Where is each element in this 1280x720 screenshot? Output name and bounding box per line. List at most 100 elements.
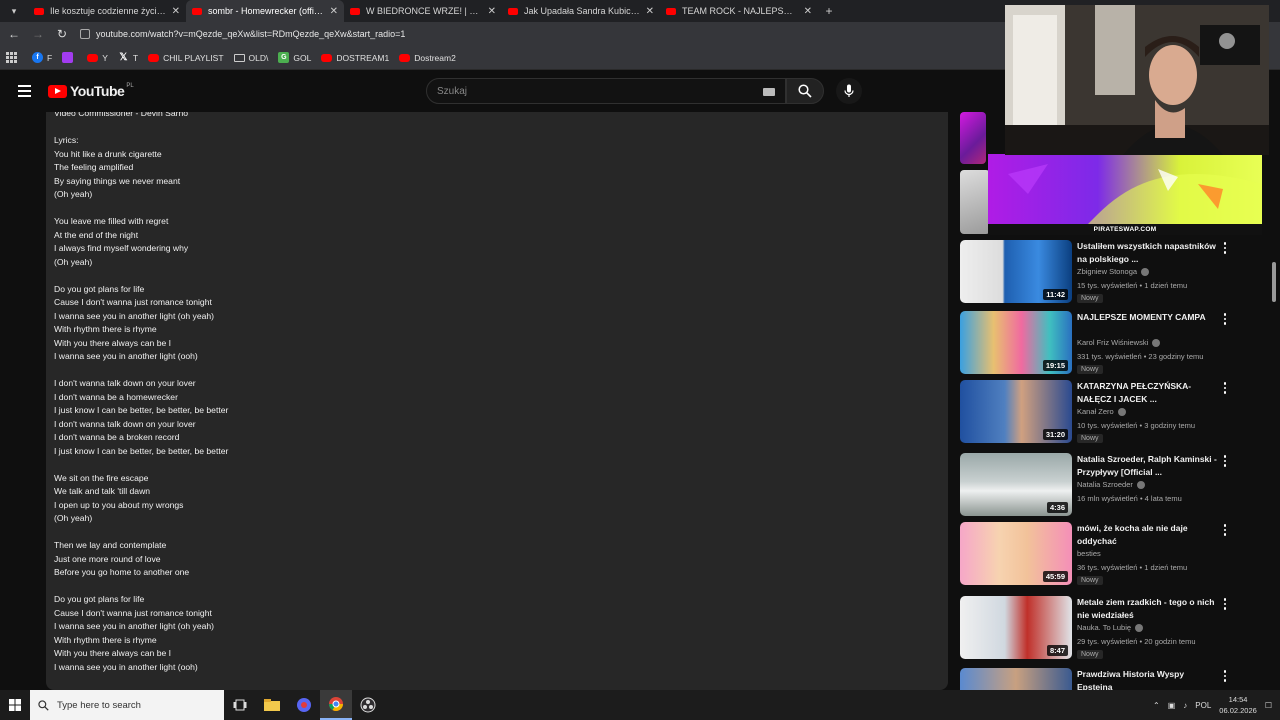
bookmark-item[interactable]: CHIL PLAYLIST bbox=[148, 53, 224, 63]
video-title[interactable]: Metale ziem rzadkich - tego o nich nie w… bbox=[1077, 596, 1217, 621]
tab-search-chevron-icon[interactable]: ▾ bbox=[0, 0, 28, 22]
forward-arrow-icon[interactable]: → bbox=[26, 22, 50, 46]
video-thumbnail[interactable]: 19:15 bbox=[960, 311, 1072, 374]
lyrics-line bbox=[54, 121, 228, 135]
more-options-icon[interactable] bbox=[1222, 524, 1228, 536]
taskbar-search-placeholder: Type here to search bbox=[57, 699, 141, 711]
lyrics-line: I don't wanna be a broken record bbox=[54, 432, 180, 442]
bookmark-item[interactable]: DOSTREAM1 bbox=[321, 53, 389, 63]
file-explorer-icon[interactable] bbox=[256, 690, 288, 720]
related-video-item[interactable]: 8:47 Metale ziem rzadkich - tego o nich n… bbox=[960, 596, 1260, 662]
tab-close-icon[interactable]: ✕ bbox=[172, 6, 180, 17]
video-thumbnail[interactable] bbox=[960, 668, 1072, 690]
related-video-item[interactable]: 31:20 KATARZYNA PEŁCZYŃSKA-NAŁĘCZ I JACEK… bbox=[960, 380, 1260, 446]
browser-tab[interactable]: W BIEDRONCE WRZE! | NIEMIECKI ✕ bbox=[344, 0, 502, 22]
tab-close-icon[interactable]: ✕ bbox=[330, 6, 338, 17]
search-input[interactable]: Szukaj bbox=[426, 78, 786, 104]
new-badge: Nowy bbox=[1077, 294, 1103, 303]
channel-name[interactable]: Nauka. To Lubię bbox=[1077, 623, 1144, 632]
video-title[interactable]: Ustaliłem wszystkich napastników na pols… bbox=[1077, 240, 1217, 265]
bookmark-item[interactable]: 𝕏T bbox=[118, 52, 138, 63]
tab-close-icon[interactable]: ✕ bbox=[804, 6, 812, 17]
video-title[interactable]: Prawdziwa Historia Wyspy Epsteina bbox=[1077, 668, 1217, 690]
bookmark-item[interactable] bbox=[62, 52, 77, 63]
page-scrollbar[interactable] bbox=[1268, 112, 1280, 690]
video-meta: 10 tys. wyświetleń • 3 godziny temu bbox=[1077, 421, 1196, 430]
apps-grid-icon[interactable] bbox=[6, 51, 18, 64]
related-video-item[interactable]: 4:36 Natalia Szroeder, Ralph Kaminski - P… bbox=[960, 453, 1260, 519]
channel-name[interactable]: Natalia Szroeder bbox=[1077, 480, 1145, 489]
more-options-icon[interactable] bbox=[1222, 242, 1228, 254]
hamburger-menu-icon[interactable] bbox=[0, 85, 48, 97]
more-options-icon[interactable] bbox=[1222, 382, 1228, 394]
lyrics-line: Do you got plans for life bbox=[54, 283, 145, 294]
video-thumbnail[interactable]: 4:36 bbox=[960, 453, 1072, 516]
youtube-favicon-icon bbox=[34, 7, 44, 15]
chat-app-icon[interactable] bbox=[288, 690, 320, 720]
voice-search-button[interactable] bbox=[836, 78, 862, 104]
windows-start-icon[interactable] bbox=[0, 699, 30, 711]
video-title[interactable]: KATARZYNA PEŁCZYŃSKA-NAŁĘCZ I JACEK ... bbox=[1077, 380, 1217, 405]
channel-name[interactable]: Karol Friz Wiśniewski bbox=[1077, 338, 1161, 347]
search-button[interactable] bbox=[786, 78, 824, 104]
video-thumbnail[interactable]: 8:47 bbox=[960, 596, 1072, 659]
tab-close-icon[interactable]: ✕ bbox=[646, 6, 654, 17]
bookmark-folder[interactable]: OLD\ bbox=[233, 53, 268, 63]
partial-thumbnail[interactable] bbox=[960, 170, 990, 234]
twitch-icon bbox=[62, 52, 74, 63]
tab-label: W BIEDRONCE WRZE! | NIEMIECKI bbox=[366, 6, 482, 16]
lyrics-line: Before you go home to another one bbox=[54, 567, 190, 577]
partial-thumbnail[interactable] bbox=[960, 112, 986, 164]
webcam-overlay bbox=[1005, 5, 1269, 155]
promo-banner bbox=[988, 154, 1262, 224]
lyrics-line: Cause I don't wanna just romance tonight bbox=[54, 297, 212, 307]
reload-icon[interactable]: ↻ bbox=[50, 22, 74, 46]
related-video-item[interactable]: 11:42 Ustaliłem wszystkich napastników na… bbox=[960, 240, 1260, 306]
related-video-item[interactable]: 19:15 NAJLEPSZE MOMENTY CAMPA Karol Friz W… bbox=[960, 311, 1260, 377]
more-options-icon[interactable] bbox=[1222, 455, 1228, 467]
related-video-item[interactable]: Prawdziwa Historia Wyspy Epsteina bbox=[960, 668, 1260, 690]
bookmark-item[interactable]: fF bbox=[32, 52, 52, 63]
video-title[interactable]: Natalia Szroeder, Ralph Kaminski - Przyp… bbox=[1077, 453, 1217, 478]
bookmark-item[interactable]: Y bbox=[87, 53, 108, 63]
bookmark-item[interactable]: Dostream2 bbox=[399, 53, 456, 63]
tray-chevron-icon[interactable]: ⌃ bbox=[1153, 701, 1160, 710]
back-arrow-icon[interactable]: ← bbox=[2, 22, 26, 46]
youtube-logo[interactable]: YouTube PL bbox=[48, 83, 134, 99]
youtube-favicon-icon bbox=[350, 7, 360, 15]
obs-icon[interactable] bbox=[352, 690, 384, 720]
video-thumbnail[interactable]: 45:59 bbox=[960, 522, 1072, 585]
browser-tab-active[interactable]: sombr - Homewrecker (official video) ✕ bbox=[186, 0, 344, 22]
notification-icon[interactable]: ☐ bbox=[1265, 701, 1272, 710]
channel-name[interactable]: Zbigniew Stonoga bbox=[1077, 267, 1150, 276]
more-options-icon[interactable] bbox=[1222, 670, 1228, 682]
channel-name[interactable]: besties bbox=[1077, 549, 1101, 558]
more-options-icon[interactable] bbox=[1222, 313, 1228, 325]
more-options-icon[interactable] bbox=[1222, 598, 1228, 610]
video-thumbnail[interactable]: 11:42 bbox=[960, 240, 1072, 303]
site-info-icon[interactable] bbox=[80, 29, 90, 39]
browser-tab[interactable]: Ile kosztuje codzienne życie w Japonii ✕ bbox=[28, 0, 186, 22]
related-video-item[interactable]: 45:59 mówi, że kocha ale nie daje oddycha… bbox=[960, 522, 1260, 588]
browser-tab[interactable]: TEAM ROCK - NAJLEPSZE MOMENTY ✕ bbox=[660, 0, 818, 22]
tab-close-icon[interactable]: ✕ bbox=[488, 6, 496, 17]
network-icon[interactable]: ▣ bbox=[1168, 701, 1176, 710]
browser-tab[interactable]: Jak Upadała Sandra Kubicka i Jej ✕ bbox=[502, 0, 660, 22]
lyrics-line: With you there always can be I bbox=[54, 648, 172, 658]
bookmark-item[interactable]: G GOL bbox=[278, 52, 311, 63]
chrome-icon[interactable] bbox=[320, 690, 352, 720]
lyrics-line: I don't wanna talk down on your lover bbox=[54, 418, 196, 429]
video-title[interactable]: mówi, że kocha ale nie daje oddychać bbox=[1077, 522, 1217, 547]
lyrics-line bbox=[54, 526, 228, 540]
new-tab-plus-icon[interactable]: + bbox=[818, 0, 840, 22]
channel-name[interactable]: Kanał Zero bbox=[1077, 407, 1126, 416]
scrollbar-thumb[interactable] bbox=[1272, 262, 1276, 302]
video-title[interactable]: NAJLEPSZE MOMENTY CAMPA bbox=[1077, 311, 1217, 324]
language-indicator[interactable]: POL bbox=[1195, 701, 1211, 710]
taskbar-clock[interactable]: 14:54 06.02.2026 bbox=[1219, 694, 1257, 716]
taskbar-search-input[interactable]: Type here to search bbox=[30, 690, 224, 720]
task-view-icon[interactable] bbox=[224, 690, 256, 720]
keyboard-icon[interactable] bbox=[763, 88, 775, 96]
video-thumbnail[interactable]: 31:20 bbox=[960, 380, 1072, 443]
volume-icon[interactable]: ♪ bbox=[1183, 701, 1187, 710]
